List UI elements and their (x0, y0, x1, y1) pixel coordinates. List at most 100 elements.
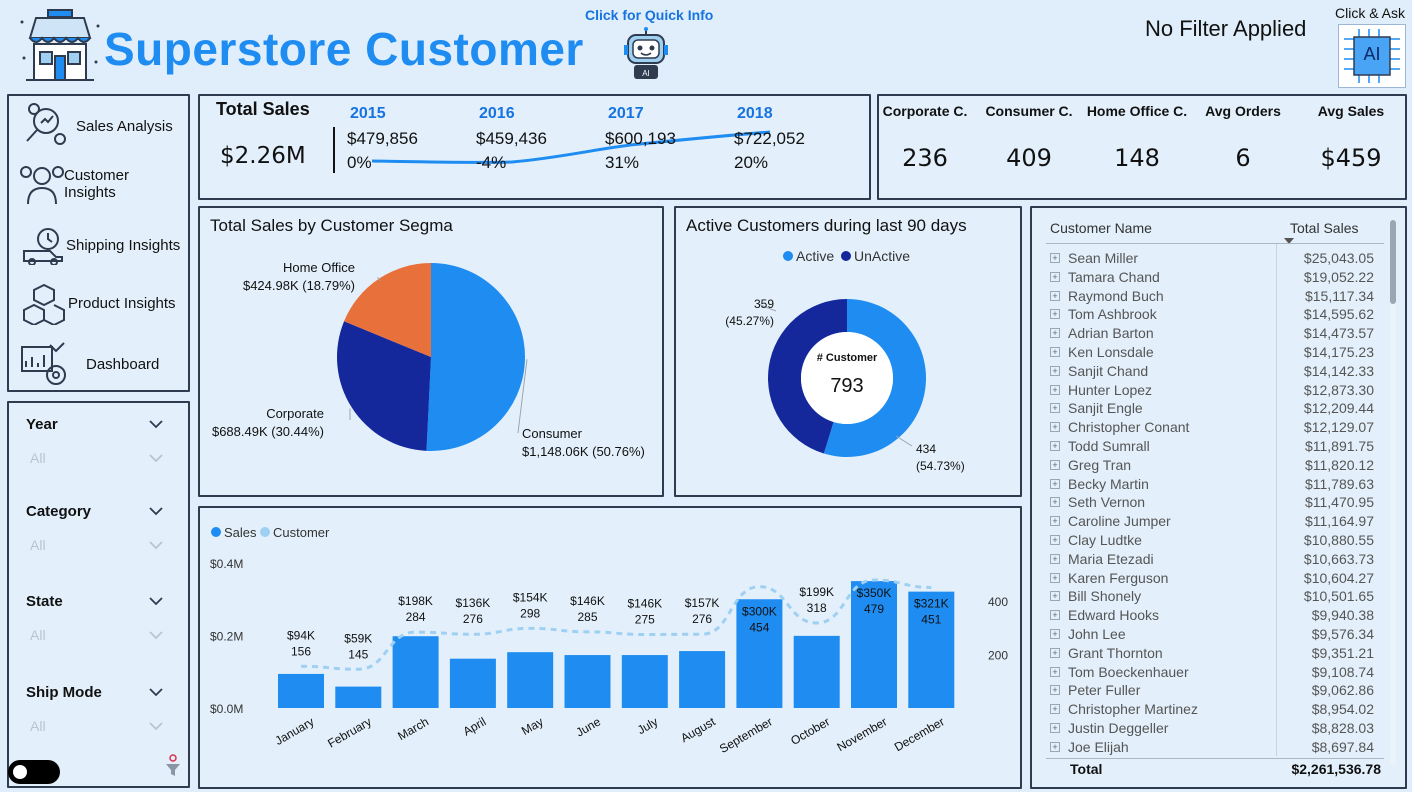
expand-icon[interactable]: + (1050, 347, 1060, 357)
table-row[interactable]: + Tamara Chand $19,052.22 (1032, 269, 1382, 288)
bar-october[interactable] (793, 635, 840, 708)
expand-icon[interactable]: + (1050, 629, 1060, 639)
column-header-total-sales[interactable]: Total Sales (1290, 220, 1358, 236)
nav-product-insights[interactable]: Product Insights (12, 277, 184, 329)
expand-icon[interactable]: + (1050, 647, 1060, 658)
table-row[interactable]: + Grant Thornton $9,351.21 (1032, 645, 1382, 664)
expand-icon[interactable]: + (1050, 553, 1060, 564)
table-row[interactable]: + Greg Tran $11,820.12 (1032, 457, 1382, 476)
clear-filter-icon[interactable] (164, 754, 182, 778)
bar-february[interactable] (335, 686, 382, 708)
table-row[interactable]: + Bill Shonely $10,501.65 (1032, 588, 1382, 607)
table-row[interactable]: + Ken Lonsdale $14,175.23 (1032, 344, 1382, 363)
robot-icon[interactable]: AI (622, 27, 670, 81)
expand-icon[interactable]: + (1050, 422, 1060, 433)
expand-icon[interactable]: + (1050, 685, 1060, 696)
table-row[interactable]: + Sanjit Chand $14,142.33 (1032, 363, 1382, 382)
scrollbar[interactable] (1390, 220, 1396, 765)
table-row[interactable]: + Christopher Martinez $8,954.02 (1032, 701, 1382, 720)
expand-icon[interactable]: + (1050, 271, 1060, 282)
table-row[interactable]: + Tom Ashbrook $14,595.62 (1032, 306, 1382, 325)
bar-july[interactable] (621, 655, 668, 708)
nav-shipping-insights[interactable]: Shipping Insights (12, 219, 184, 271)
bar-june[interactable] (564, 655, 611, 708)
expand-icon[interactable]: + (1050, 459, 1060, 470)
table-row[interactable]: + Raymond Buch $15,117.34 (1032, 288, 1382, 307)
chevron-down-icon[interactable] (148, 453, 164, 463)
column-header-customer-name[interactable]: Customer Name (1050, 220, 1152, 236)
expand-icon[interactable]: + (1050, 309, 1060, 320)
nav-dashboard[interactable]: Dashboard (12, 338, 184, 390)
legend-label[interactable]: Customer (273, 525, 330, 540)
table-row[interactable]: + Clay Ludtke $10,880.55 (1032, 532, 1382, 551)
table-row[interactable]: + Tom Boeckenhauer $9,108.74 (1032, 664, 1382, 683)
chevron-down-icon[interactable] (148, 506, 164, 516)
chevron-down-icon[interactable] (148, 596, 164, 606)
scrollbar-thumb[interactable] (1390, 220, 1396, 304)
table-row[interactable]: + Christopher Conant $12,129.07 (1032, 419, 1382, 438)
ship-mode-filter-value[interactable]: All (30, 718, 46, 734)
expand-icon[interactable]: + (1050, 704, 1060, 715)
table-row[interactable]: + Maria Etezadi $10,663.73 (1032, 551, 1382, 570)
expand-icon[interactable]: + (1050, 328, 1060, 339)
expand-icon[interactable]: + (1050, 723, 1060, 733)
total-value: $2,261,536.78 (1291, 761, 1381, 777)
nav-sales-analysis[interactable]: Sales Analysis (12, 100, 184, 152)
expand-icon[interactable]: + (1050, 478, 1060, 489)
expand-icon[interactable]: + (1050, 497, 1060, 508)
expand-icon[interactable]: + (1050, 403, 1060, 414)
customer-sales: $8,697.84 (1311, 738, 1374, 755)
table-row[interactable]: + Peter Fuller $9,062.86 (1032, 682, 1382, 701)
expand-icon[interactable]: + (1050, 253, 1060, 263)
segment-pie-chart: Consumer $1,148.06K (50.76%) Corporate $688… (212, 260, 645, 459)
pie-slice-consumer[interactable] (426, 263, 525, 451)
expand-icon[interactable]: + (1050, 610, 1060, 621)
legend-label[interactable]: Sales (224, 525, 257, 540)
expand-icon[interactable]: + (1050, 441, 1060, 451)
bar-august[interactable] (679, 651, 726, 708)
bar-march[interactable] (392, 636, 439, 708)
table-row[interactable]: + Sanjit Engle $12,209.44 (1032, 400, 1382, 419)
table-row[interactable]: + Joe Elijah $8,697.84 (1032, 739, 1382, 758)
expand-icon[interactable]: + (1050, 666, 1060, 677)
table-row[interactable]: + Justin Deggeller $8,828.03 (1032, 720, 1382, 739)
expand-icon[interactable]: + (1050, 572, 1060, 583)
table-row[interactable]: + Caroline Jumper $11,164.97 (1032, 513, 1382, 532)
kpi-value: 6 (1235, 144, 1251, 172)
table-row[interactable]: + Todd Sumrall $11,891.75 (1032, 438, 1382, 457)
bar-april[interactable] (449, 658, 496, 708)
table-row[interactable]: + John Lee $9,576.34 (1032, 626, 1382, 645)
category-filter-value[interactable]: All (30, 537, 46, 553)
legend-label[interactable]: UnActive (854, 248, 910, 264)
expand-icon[interactable]: + (1050, 591, 1060, 602)
table-row[interactable]: + Sean Miller $25,043.05 (1032, 250, 1382, 269)
expand-icon[interactable]: + (1050, 384, 1060, 395)
expand-icon[interactable]: + (1050, 535, 1060, 545)
legend-label[interactable]: Active (796, 248, 834, 264)
chevron-down-icon[interactable] (148, 687, 164, 697)
chevron-down-icon[interactable] (148, 721, 164, 731)
table-row[interactable]: + Seth Vernon $11,470.95 (1032, 494, 1382, 513)
expand-icon[interactable]: + (1050, 290, 1060, 301)
expand-icon[interactable]: + (1050, 516, 1060, 527)
table-row[interactable]: + Edward Hooks $9,940.38 (1032, 607, 1382, 626)
table-row[interactable]: + Karen Ferguson $10,604.27 (1032, 570, 1382, 589)
bar-may[interactable] (507, 652, 554, 708)
expand-icon[interactable]: + (1050, 741, 1060, 752)
table-row[interactable]: + Hunter Lopez $12,873.30 (1032, 382, 1382, 401)
bar-november[interactable] (851, 581, 897, 708)
chevron-down-icon[interactable] (148, 419, 164, 429)
chevron-down-icon[interactable] (148, 540, 164, 550)
quick-info-button[interactable]: Click for Quick Info (585, 7, 713, 23)
year-filter-value[interactable]: All (30, 450, 46, 466)
state-filter-value[interactable]: All (30, 627, 46, 643)
table-row[interactable]: + Becky Martin $11,789.63 (1032, 476, 1382, 495)
theme-toggle[interactable] (8, 760, 60, 784)
ai-ask-button[interactable]: AI (1338, 24, 1406, 88)
expand-icon[interactable]: + (1050, 365, 1060, 376)
customer-name: Clay Ludtke (1068, 532, 1142, 548)
bar-january[interactable] (278, 673, 324, 708)
chevron-down-icon[interactable] (148, 630, 164, 640)
table-row[interactable]: + Adrian Barton $14,473.57 (1032, 325, 1382, 344)
nav-customer-insights[interactable]: Customer Insights (12, 158, 184, 210)
